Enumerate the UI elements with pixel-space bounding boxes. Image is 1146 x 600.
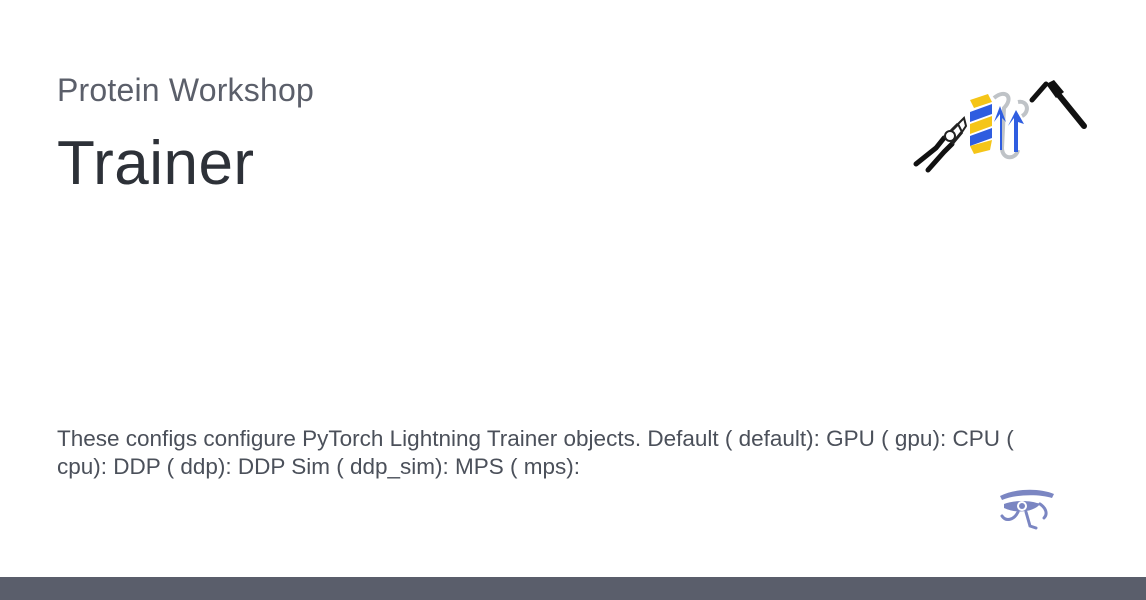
- material-eye-icon: [1000, 489, 1054, 530]
- social-card: Protein Workshop Trainer These configs c…: [0, 0, 1146, 600]
- page-title: Trainer: [57, 129, 255, 198]
- footer-bar: [0, 577, 1146, 600]
- page-description: These configs configure PyTorch Lightnin…: [57, 426, 1014, 479]
- protein-structure-icon: [970, 91, 1029, 160]
- site-name: Protein Workshop: [57, 72, 314, 108]
- hammer-icon: [1029, 80, 1087, 129]
- pliers-icon: [913, 116, 968, 173]
- protein-workshop-logo-icon: [913, 80, 1087, 173]
